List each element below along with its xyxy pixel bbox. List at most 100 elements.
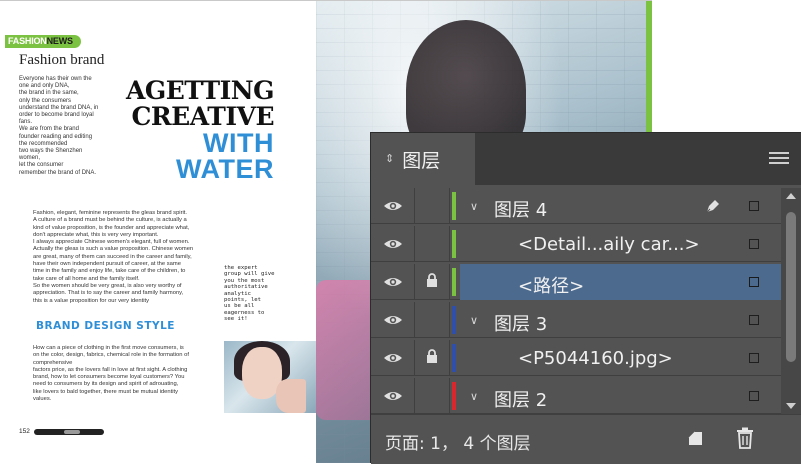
eye-icon[interactable] bbox=[371, 226, 414, 262]
layer-name-area[interactable]: ∨ 图层 3 bbox=[460, 302, 781, 338]
lock-toggle[interactable] bbox=[414, 188, 450, 224]
layer-list-scrollbar[interactable] bbox=[781, 188, 801, 414]
selection-square[interactable] bbox=[749, 315, 759, 325]
scroll-up-arrow-icon[interactable] bbox=[786, 193, 796, 199]
selection-square[interactable] bbox=[749, 277, 759, 287]
layer-color-bar bbox=[452, 192, 456, 220]
layer-name: 图层 2 bbox=[494, 390, 548, 411]
layer-color-bar bbox=[452, 382, 456, 410]
layer-name: <Detail...aily car...> bbox=[518, 234, 700, 255]
headline-line-4: WATER bbox=[176, 154, 274, 184]
body2-line: factors price, as the lovers fall in lov… bbox=[33, 366, 188, 373]
tab-label: 图层 bbox=[402, 149, 441, 172]
eye-icon[interactable] bbox=[371, 188, 414, 224]
right-margin bbox=[652, 0, 801, 132]
object-row[interactable]: <Detail...aily car...> bbox=[371, 226, 781, 262]
layer-name: <P5044160.jpg> bbox=[518, 348, 673, 369]
intro-line: women, bbox=[19, 155, 41, 162]
intro-line: let the consumer bbox=[19, 162, 64, 169]
panel-menu-icon[interactable] bbox=[769, 152, 789, 166]
object-row[interactable]: <P5044160.jpg> bbox=[371, 340, 781, 376]
object-row[interactable]: <路径> bbox=[371, 264, 781, 300]
layer-name-area[interactable]: <P5044160.jpg> bbox=[460, 340, 781, 376]
body1-line: time in the family and enjoy life, take … bbox=[33, 268, 186, 275]
layer-name: 图层 4 bbox=[494, 200, 548, 221]
layer-name: 图层 3 bbox=[494, 314, 548, 335]
body1-line: are great, many of them can succeed in t… bbox=[33, 253, 192, 260]
chevron-down-icon[interactable]: ∨ bbox=[470, 200, 478, 213]
body1-line: Actually the gleas is such a value propo… bbox=[33, 246, 194, 253]
panel-tab-bar: ⇕ 图层 bbox=[371, 133, 801, 185]
eye-icon[interactable] bbox=[371, 340, 414, 376]
tab-layers[interactable]: ⇕ 图层 bbox=[371, 133, 475, 185]
layer-row[interactable]: ∨ 图层 2 bbox=[371, 378, 781, 414]
lock-icon bbox=[426, 272, 438, 292]
intro-line: We are from the brand bbox=[19, 126, 79, 133]
body1-line: this is a value proposition for our very… bbox=[33, 297, 149, 304]
scroll-down-arrow-icon[interactable] bbox=[786, 403, 796, 409]
chevron-down-icon[interactable]: ∨ bbox=[470, 390, 478, 403]
page-edge bbox=[0, 0, 652, 1]
layer-color-bar bbox=[452, 344, 456, 372]
body2-line: How can a piece of clothing in the first… bbox=[33, 345, 184, 351]
layer-name-area[interactable]: ∨ 图层 2 bbox=[460, 378, 781, 414]
lock-icon bbox=[426, 348, 438, 368]
body2-line: comprehensive bbox=[33, 359, 73, 366]
layer-name-area[interactable]: <Detail...aily car...> bbox=[460, 226, 781, 262]
headline-line-1: AGETTING bbox=[125, 76, 275, 105]
lock-toggle[interactable] bbox=[414, 340, 450, 376]
lock-toggle[interactable] bbox=[414, 226, 450, 262]
left-page: FASHIONNEWS Fashion brand Everyone has t… bbox=[0, 0, 316, 463]
intro-line: one and only DNA, bbox=[19, 83, 70, 90]
page-bar bbox=[34, 429, 104, 435]
eye-icon[interactable] bbox=[371, 264, 414, 300]
layer-color-bar bbox=[452, 306, 456, 334]
scroll-thumb[interactable] bbox=[786, 212, 796, 362]
body1-line: So the women should be very great, is al… bbox=[33, 282, 182, 289]
logo-fashion-text: FASHION bbox=[8, 36, 47, 46]
lock-toggle[interactable] bbox=[414, 302, 450, 338]
layer-name: <路径> bbox=[518, 276, 585, 297]
new-layer-icon[interactable] bbox=[687, 429, 705, 447]
body1-line: kind of value proposition, is the founde… bbox=[33, 224, 190, 231]
selection-square[interactable] bbox=[749, 201, 759, 211]
headline-line-3: WITH bbox=[203, 128, 274, 158]
intro-line: the brand in the same, bbox=[19, 90, 79, 97]
layer-name-area[interactable]: <路径> bbox=[460, 264, 781, 300]
footer-status: 页面: 1， 4 个图层 bbox=[385, 434, 531, 454]
trash-icon[interactable] bbox=[735, 427, 755, 449]
layer-row[interactable]: ∨ 图层 4 bbox=[371, 188, 781, 224]
intro-line: remember the brand of DNA. bbox=[19, 169, 97, 176]
headline: AGETTING CREATIVE WITH WATER bbox=[112, 76, 275, 184]
layer-row[interactable]: ∨ 图层 3 bbox=[371, 302, 781, 338]
logo-news-text: NEWS bbox=[46, 36, 73, 46]
selection-square[interactable] bbox=[749, 353, 759, 363]
eye-icon[interactable] bbox=[371, 378, 414, 414]
layer-color-bar bbox=[452, 268, 456, 296]
body2-line: values. bbox=[33, 396, 52, 403]
layers-panel: ⇕ 图层 ∨ 图层 4 <Detail...aily car...> <路径> ∨ 图层 … bbox=[370, 132, 801, 464]
body2-line: like lovers to bald together, there must… bbox=[33, 388, 179, 395]
body-text-2: How can a piece of clothing in the first… bbox=[33, 345, 219, 403]
body1-line: appreciation. That is to say the career … bbox=[33, 290, 184, 297]
body1-line: I always appreciate Chinese women's eleg… bbox=[33, 239, 190, 246]
selection-square[interactable] bbox=[749, 391, 759, 401]
body1-line: have their own independent pursuit of ca… bbox=[33, 261, 181, 268]
lock-toggle[interactable] bbox=[414, 378, 450, 414]
pen-icon bbox=[704, 197, 722, 220]
fashion-news-logo: FASHIONNEWS bbox=[5, 35, 81, 48]
brand-title: Fashion brand bbox=[19, 52, 105, 68]
eye-icon[interactable] bbox=[371, 302, 414, 338]
body1-line: A culture of a brand must be behind the … bbox=[33, 217, 187, 224]
intro-line: two ways the Shenzhen bbox=[19, 148, 83, 155]
intro-line: founder reading and editing bbox=[19, 133, 93, 140]
intro-line: order to become brand loyal bbox=[19, 112, 94, 119]
lock-toggle[interactable] bbox=[414, 264, 450, 300]
body-text-1: Fashion, elegant, feminine represents th… bbox=[33, 210, 215, 305]
selection-square[interactable] bbox=[749, 239, 759, 249]
panel-footer: 页面: 1， 4 个图层 bbox=[371, 414, 801, 464]
layer-name-area[interactable]: ∨ 图层 4 bbox=[460, 188, 781, 224]
body1-line: take care of all home and the family its… bbox=[33, 275, 140, 282]
chevron-down-icon[interactable]: ∨ bbox=[470, 314, 478, 327]
collapse-arrows-icon[interactable]: ⇕ bbox=[385, 153, 394, 165]
